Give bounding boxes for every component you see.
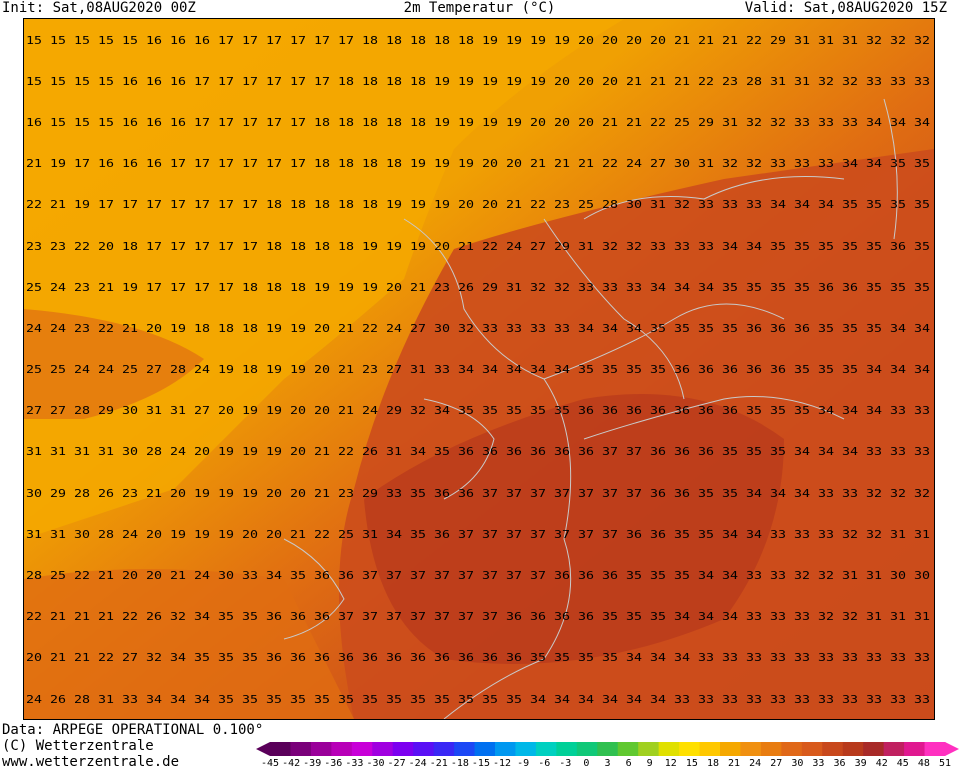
- scale-tick-label: 36: [833, 758, 846, 769]
- scale-tick-label: 30: [791, 758, 804, 769]
- scale-tick-label: -21: [429, 758, 448, 769]
- scale-tick-label: -36: [324, 758, 343, 769]
- scale-tick-label: 3: [604, 758, 611, 769]
- color-scale-bar: [256, 742, 959, 756]
- scale-swatch: [617, 742, 639, 756]
- scale-swatch: [331, 742, 353, 756]
- color-scale: -45 -42 -39 -36 -33 -30 -27 -24 -21 -18 -15 -12 -9 -6…: [256, 740, 959, 770]
- temperature-value-row: 24 24 23 22 21 20 19 18 18 18 19 19 20 2…: [26, 322, 930, 335]
- scale-tick-label: -9: [517, 758, 530, 769]
- scale-swatch: [351, 742, 373, 756]
- scale-swatch: [781, 742, 803, 756]
- temperature-value-row: 31 31 31 31 30 28 24 20 19 19 19 20 21 2…: [26, 445, 930, 458]
- scale-tick-label: -42: [282, 758, 301, 769]
- temperature-value-row: 24 26 28 31 33 34 34 34 35 35 35 35 35 3…: [26, 693, 930, 706]
- scale-tick-label: 33: [812, 758, 825, 769]
- scale-swatch: [679, 742, 701, 756]
- scale-tick-label: -30: [366, 758, 385, 769]
- temperature-value-row: 31 31 30 28 24 20 19 19 19 20 20 21 22 2…: [26, 528, 930, 541]
- scale-tick-label: 42: [875, 758, 888, 769]
- scale-tick-label: -3: [559, 758, 572, 769]
- scale-tick-label: -24: [408, 758, 427, 769]
- temperature-value-row: 16 15 15 15 16 16 16 17 17 17 17 17 18 1…: [26, 116, 930, 129]
- scale-tick-label: 24: [749, 758, 762, 769]
- temperature-value-row: 27 27 28 29 30 31 31 27 20 19 19 20 20 2…: [26, 404, 930, 417]
- scale-tick-label: 0: [583, 758, 590, 769]
- scale-tick-label: -33: [345, 758, 364, 769]
- scale-tick-label: 39: [854, 758, 867, 769]
- temperature-value-row: 22 21 19 17 17 17 17 17 17 17 18 18 18 1…: [26, 198, 930, 211]
- scale-swatch: [372, 742, 394, 756]
- scale-swatch: [801, 742, 823, 756]
- scale-tick-label: -39: [303, 758, 322, 769]
- scale-swatch: [556, 742, 578, 756]
- scale-swatch: [740, 742, 762, 756]
- scale-swatch: [392, 742, 414, 756]
- scale-swatch: [720, 742, 741, 756]
- temperature-value-row: 15 15 15 15 16 16 16 17 17 17 17 17 17 1…: [26, 75, 930, 88]
- scale-swatch: [413, 742, 435, 756]
- scale-swatch: [535, 742, 557, 756]
- scale-left-arrow: [256, 742, 270, 756]
- scale-tick-label: -27: [387, 758, 406, 769]
- scale-swatch: [474, 742, 496, 756]
- scale-swatch: [638, 742, 660, 756]
- scale-swatch: [270, 742, 291, 756]
- copyright-label: (C) Wetterzentrale: [2, 738, 154, 754]
- scale-swatch: [515, 742, 537, 756]
- scale-tick-label: -12: [493, 758, 512, 769]
- scale-swatch: [822, 742, 844, 756]
- scale-swatch: [495, 742, 516, 756]
- scale-tick-label: -6: [538, 758, 551, 769]
- scale-swatch: [760, 742, 782, 756]
- temperature-value-row: 22 21 21 21 22 26 32 34 35 35 36 36 36 3…: [26, 610, 930, 623]
- scale-tick-label: 18: [706, 758, 719, 769]
- scale-tick-label: 21: [728, 758, 741, 769]
- scale-tick-label: 48: [917, 758, 930, 769]
- scale-swatch: [310, 742, 332, 756]
- temperature-value-row: 15 15 15 15 15 16 16 16 17 17 17 17 17 1…: [26, 34, 930, 47]
- temperature-value-row: 25 25 24 24 25 27 28 24 19 18 19 19 20 2…: [26, 363, 930, 376]
- temperature-value-row: 28 25 22 21 20 20 21 24 30 33 34 35 36 3…: [26, 569, 930, 582]
- scale-tick-label: 45: [896, 758, 909, 769]
- scale-swatch: [863, 742, 885, 756]
- temperature-value-row: 30 29 28 26 23 21 20 19 19 19 20 20 21 2…: [26, 487, 930, 500]
- scale-tick-label: 9: [646, 758, 653, 769]
- scale-swatch: [576, 742, 598, 756]
- temperature-value-row: 25 24 23 21 19 17 17 17 17 18 18 18 19 1…: [26, 281, 930, 294]
- scale-tick-label: -18: [450, 758, 469, 769]
- scale-swatch: [699, 742, 721, 756]
- scale-tick-label: 51: [938, 758, 952, 769]
- scale-swatch: [883, 742, 905, 756]
- scale-tick-label: 27: [770, 758, 783, 769]
- scale-tick-label: 15: [685, 758, 698, 769]
- scale-swatch: [842, 742, 864, 756]
- scale-tick-label: 6: [625, 758, 632, 769]
- data-source-label: Data: ARPEGE OPERATIONAL 0.100°: [2, 722, 264, 738]
- scale-swatch: [597, 742, 619, 756]
- scale-tick-label: -45: [260, 758, 280, 769]
- scale-swatch: [658, 742, 680, 756]
- scale-tick-label: -15: [471, 758, 490, 769]
- scale-tick-label: 12: [664, 758, 677, 769]
- scale-swatch: [904, 742, 926, 756]
- temperature-map-canvas: 15 15 15 15 15 16 16 16 17 17 17 17 17 1…: [24, 19, 934, 719]
- scale-swatch: [454, 742, 476, 756]
- temperature-value-row: 21 19 17 16 16 16 17 17 17 17 17 17 18 1…: [26, 157, 930, 170]
- scale-right-arrow: [945, 742, 959, 756]
- scale-swatch: [433, 742, 455, 756]
- temperature-map: 15 15 15 15 15 16 16 16 17 17 17 17 17 1…: [23, 18, 935, 720]
- valid-time-label: Valid: Sat,08AUG2020 15Z: [744, 0, 947, 16]
- scale-swatch: [290, 742, 312, 756]
- website-label: www.wetterzentrale.de: [2, 754, 180, 770]
- temperature-value-row: 20 21 21 22 27 32 34 35 35 35 36 36 36 3…: [26, 651, 930, 664]
- scale-swatch: [924, 742, 946, 756]
- temperature-value-row: 23 23 22 20 18 17 17 17 17 17 18 18 18 1…: [26, 240, 930, 253]
